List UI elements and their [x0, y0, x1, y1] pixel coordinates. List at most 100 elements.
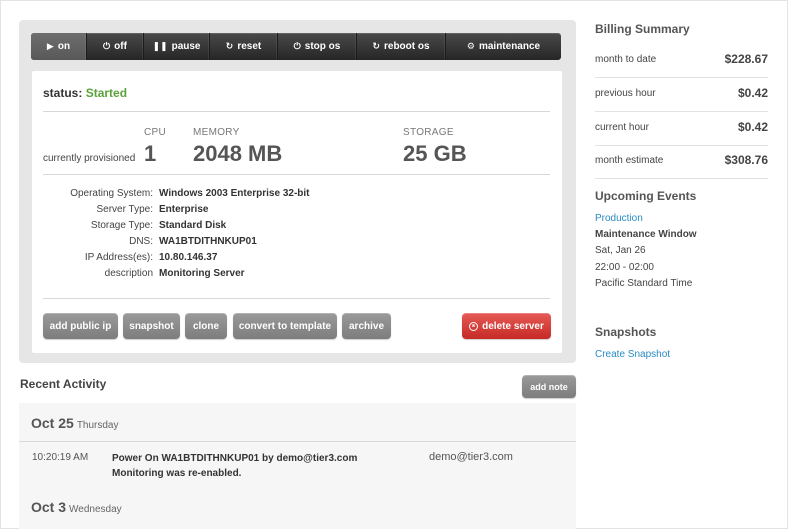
power-off-button[interactable]: ⏻ off	[87, 33, 144, 60]
add-public-ip-button[interactable]: add public ip	[43, 313, 118, 339]
detail-key: Server Type:	[96, 204, 153, 215]
activity-weekday: Thursday	[76, 420, 119, 431]
reset-label: reset	[237, 41, 262, 52]
add-note-button[interactable]: add note	[522, 375, 576, 398]
detail-key: Operating System:	[70, 188, 153, 199]
billing-label: month to date	[595, 54, 657, 65]
billing-row-month-estimate: month estimate $308.76	[595, 153, 768, 189]
divider	[595, 111, 768, 112]
activity-time: 10:20:19 AM	[32, 452, 89, 463]
divider	[595, 178, 768, 179]
activity-weekday: Wednesday	[69, 504, 122, 515]
refresh-icon: ↻	[225, 41, 234, 51]
create-snapshot-link[interactable]: Create Snapshot	[595, 349, 670, 360]
activity-date: Oct 25	[31, 415, 74, 431]
clone-button[interactable]: clone	[185, 313, 227, 339]
event-environment-link[interactable]: Production	[595, 213, 643, 224]
recent-activity-title: Recent Activity	[20, 377, 107, 391]
gear-icon: ⚙	[466, 41, 475, 51]
detail-value: Standard Disk	[159, 220, 227, 231]
delete-server-button[interactable]: delete server	[462, 313, 551, 339]
detail-row-dns: DNS: WA1BTDITHNKUP01	[43, 236, 543, 252]
activity-date-header: Oct 3 Wednesday	[31, 499, 122, 515]
cpu-value: 1	[144, 141, 157, 166]
storage-value: 25 GB	[403, 141, 467, 166]
event-date: Sat, Jan 26	[595, 245, 646, 256]
activity-date-header: Oct 25 Thursday	[31, 415, 119, 431]
detail-row-storage-type: Storage Type: Standard Disk	[43, 220, 543, 236]
detail-key: description	[104, 268, 153, 279]
activity-date: Oct 3	[31, 499, 67, 515]
divider	[43, 174, 550, 175]
delete-circle-icon	[469, 321, 479, 331]
power-control-bar: ▶ on ⏻ off ❚❚ pause ↻ reset ⏻ stop os ↻ …	[31, 33, 561, 60]
power-on-button[interactable]: ▶ on	[31, 33, 87, 60]
billing-value: $0.42	[737, 120, 768, 134]
detail-row-server-type: Server Type: Enterprise	[43, 204, 543, 220]
power-on-label: on	[57, 41, 71, 52]
detail-key: DNS:	[129, 236, 153, 247]
power-icon: ⏻	[103, 41, 111, 51]
snapshot-button[interactable]: snapshot	[123, 313, 180, 339]
activity-line-1: Power On WA1BTDITHNKUP01 by demo@tier3.c…	[112, 453, 358, 464]
reset-button[interactable]: ↻ reset	[210, 33, 278, 60]
billing-value: $228.67	[724, 52, 768, 66]
divider	[595, 77, 768, 78]
pause-label: pause	[171, 41, 201, 52]
snapshots-title: Snapshots	[595, 325, 657, 339]
stop-os-label: stop os	[304, 41, 341, 52]
billing-row-previous-hour: previous hour $0.42	[595, 86, 768, 122]
divider	[19, 441, 576, 442]
billing-row-current-hour: current hour $0.42	[595, 120, 768, 156]
memory-value: 2048 MB	[193, 141, 283, 166]
power-off-label: off	[114, 41, 127, 52]
activity-line-2: Monitoring was re-enabled.	[112, 468, 242, 479]
billing-row-month-to-date: month to date $228.67	[595, 52, 768, 88]
provisioned-label: currently provisioned	[43, 153, 136, 164]
status-label: status:	[43, 86, 83, 100]
activity-user: demo@tier3.com	[429, 451, 513, 463]
detail-row-os: Operating System: Windows 2003 Enterpris…	[43, 188, 543, 204]
maintenance-button[interactable]: ⚙ maintenance	[446, 33, 561, 60]
convert-to-template-button[interactable]: convert to template	[233, 313, 337, 339]
detail-value: Windows 2003 Enterprise 32-bit	[159, 188, 310, 199]
detail-key: Storage Type:	[90, 220, 153, 231]
detail-key: IP Address(es):	[84, 252, 153, 263]
detail-row-description: description Monitoring Server	[43, 268, 543, 284]
storage-label: STORAGE	[403, 127, 454, 138]
pause-icon: ❚❚	[152, 41, 168, 51]
delete-server-label: delete server	[482, 320, 544, 332]
reboot-os-label: reboot os	[383, 41, 430, 52]
upcoming-events-title: Upcoming Events	[595, 189, 697, 203]
event-timezone: Pacific Standard Time	[595, 278, 693, 289]
detail-value: Enterprise	[159, 204, 209, 215]
power-icon: ⏻	[293, 41, 301, 51]
stop-os-button[interactable]: ⏻ stop os	[278, 33, 357, 60]
detail-value: WA1BTDITHNKUP01	[159, 236, 257, 247]
archive-button[interactable]: archive	[342, 313, 391, 339]
divider	[43, 298, 550, 299]
detail-value: 10.80.146.37	[159, 252, 218, 263]
event-time: 22:00 - 02:00	[595, 262, 654, 273]
reboot-os-button[interactable]: ↻ reboot os	[357, 33, 446, 60]
divider	[43, 111, 550, 112]
activity-list: Oct 25 Thursday 10:20:19 AM Power On WA1B…	[19, 403, 576, 529]
server-panel: ▶ on ⏻ off ❚❚ pause ↻ reset ⏻ stop os ↻ …	[19, 20, 576, 363]
play-icon: ▶	[46, 41, 54, 51]
event-name: Maintenance Window	[595, 229, 697, 240]
billing-value: $0.42	[737, 86, 768, 100]
memory-label: MEMORY	[193, 127, 240, 138]
detail-row-ip: IP Address(es): 10.80.146.37	[43, 252, 543, 268]
status-value: Started	[85, 86, 128, 100]
server-status: status: Started	[43, 86, 127, 100]
cpu-label: CPU	[144, 127, 167, 138]
billing-value: $308.76	[724, 153, 768, 167]
billing-label: month estimate	[595, 155, 664, 166]
divider	[595, 145, 768, 146]
server-details-card: status: Started currently provisioned CP…	[32, 71, 562, 353]
pause-button[interactable]: ❚❚ pause	[144, 33, 210, 60]
billing-summary-title: Billing Summary	[595, 22, 690, 36]
billing-label: current hour	[595, 122, 649, 133]
maintenance-label: maintenance	[478, 41, 541, 52]
refresh-icon: ↻	[372, 41, 380, 51]
